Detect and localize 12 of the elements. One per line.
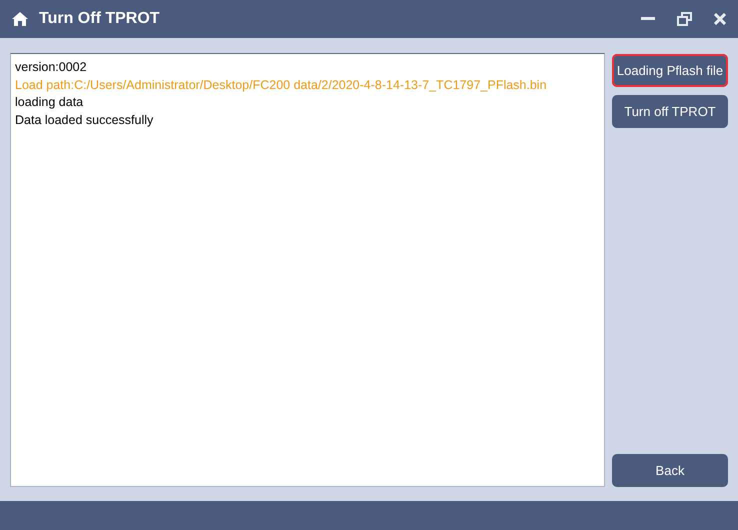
log-line: loading data — [15, 94, 84, 111]
log-line: Data loaded successfully — [15, 112, 154, 129]
minimize-icon[interactable] — [641, 17, 655, 21]
home-icon — [12, 12, 28, 26]
restore-icon[interactable] — [677, 12, 692, 26]
action-button[interactable]: Loading Pflash file — [612, 54, 728, 87]
log-line: version:0002 — [15, 59, 88, 76]
log-line: Load path:C:/Users/Administrator/Desktop/FC200 data/2/2020-4-8-14-13-7_TC1797_PFlash.bin — [15, 76, 548, 94]
window-title: Turn Off TPROT — [39, 10, 160, 28]
close-icon[interactable] — [714, 13, 726, 25]
action-button[interactable]: Turn off TPROT — [612, 95, 728, 128]
back-button[interactable]: Back — [612, 454, 728, 487]
